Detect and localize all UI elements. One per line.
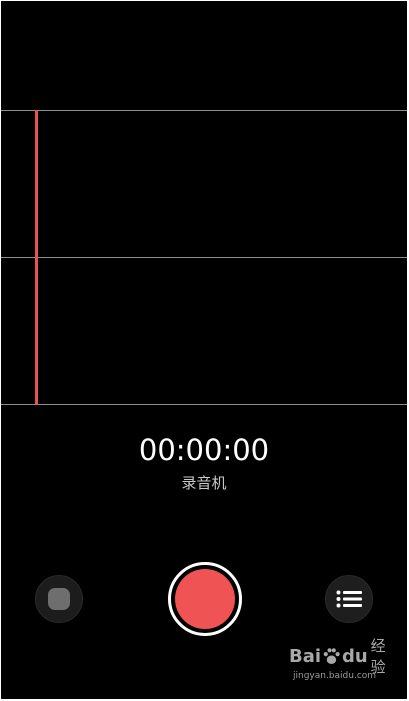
- recorder-screen: 00:00:00 录音机 Bai du 经验 jingyan.baidu.com: [1, 1, 407, 699]
- waveform-top-line: [1, 110, 407, 111]
- waveform-bottom-line: [1, 404, 407, 405]
- list-icon: [336, 590, 362, 608]
- waveform-center-line: [1, 257, 407, 258]
- playhead-marker: [35, 110, 38, 405]
- record-dot-icon: [175, 569, 235, 629]
- watermark-brand-left: Bai: [289, 645, 322, 667]
- paw-logo-icon: [323, 648, 340, 665]
- watermark-brand-right: du: [341, 645, 368, 667]
- record-button[interactable]: [168, 562, 242, 636]
- recordings-list-button[interactable]: [325, 575, 373, 623]
- stop-square-icon: [48, 588, 70, 610]
- stop-button[interactable]: [35, 575, 83, 623]
- baidu-jingyan-watermark: Bai du 经验 jingyan.baidu.com: [289, 637, 399, 693]
- app-title: 录音机: [181, 474, 227, 492]
- status-dots: [347, 1, 367, 4]
- elapsed-timer: 00:00:00: [138, 433, 270, 467]
